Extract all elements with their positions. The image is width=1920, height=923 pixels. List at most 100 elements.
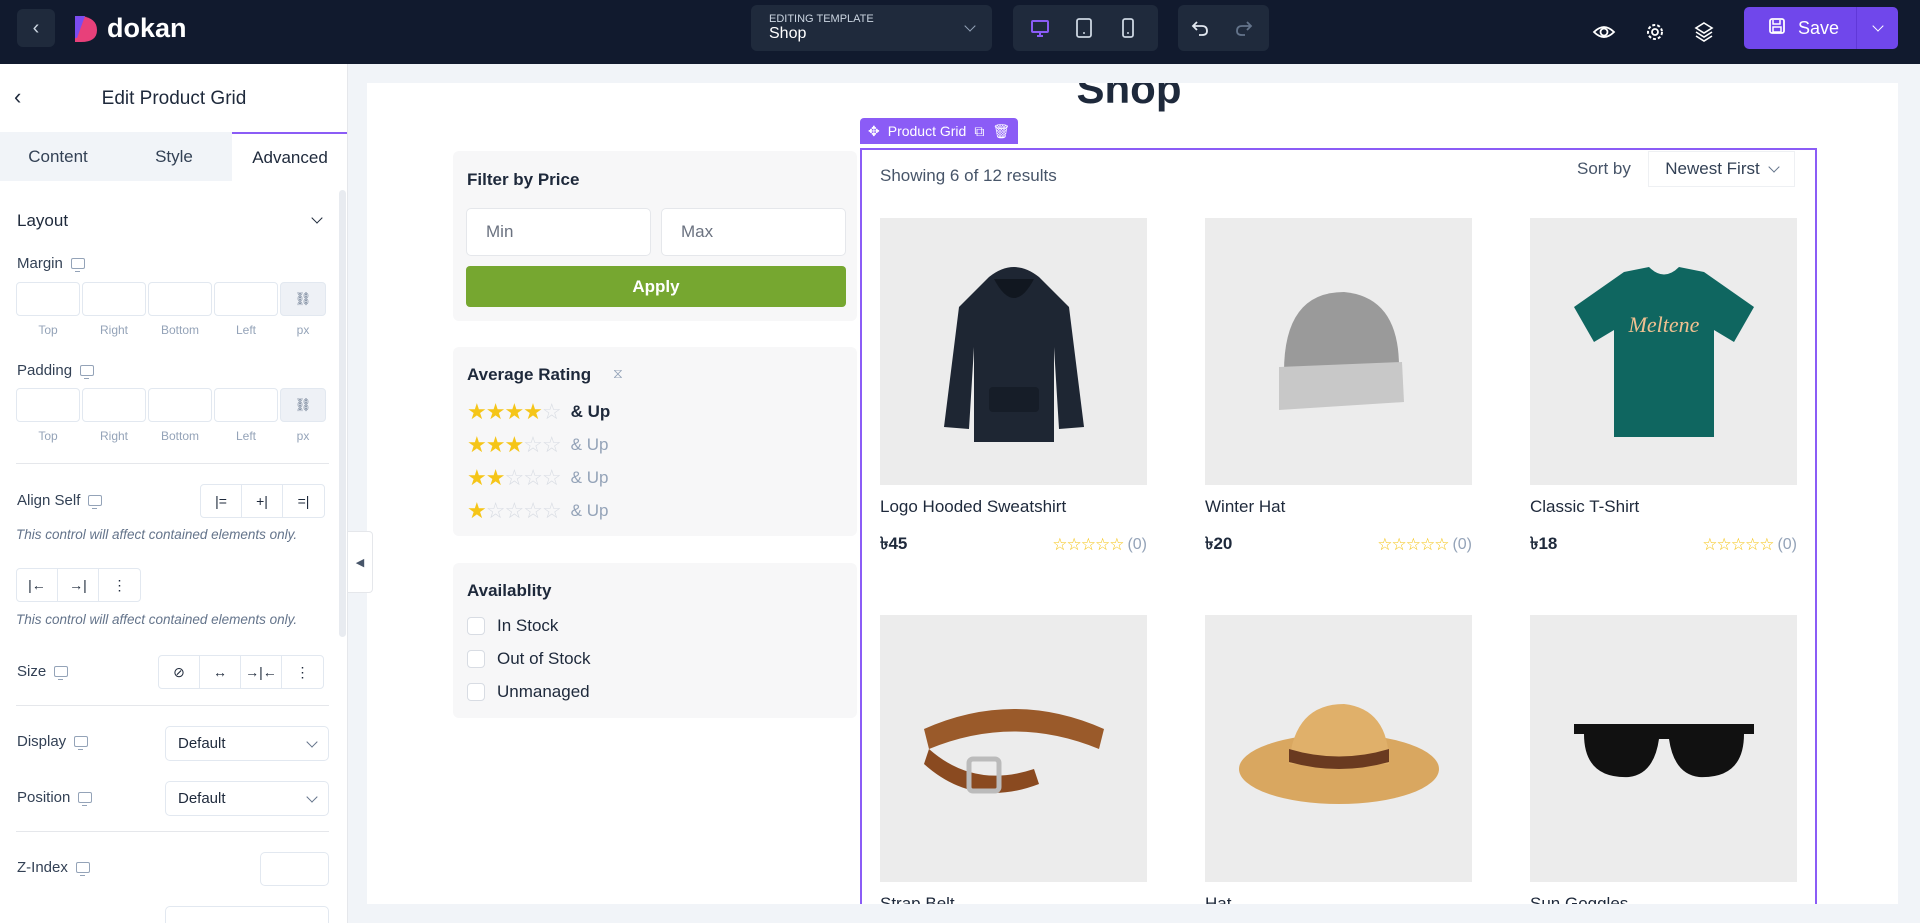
availability-title: Availablity <box>467 581 552 600</box>
duplicate-icon[interactable]: ⧉ <box>974 123 984 140</box>
unlink-icon[interactable]: ⛓ <box>280 282 326 316</box>
more-options-icon[interactable]: ⋮ <box>282 656 323 688</box>
save-button[interactable]: Save <box>1744 7 1898 49</box>
align-end-icon[interactable]: =| <box>283 485 324 517</box>
tab-style[interactable]: Style <box>116 132 232 181</box>
unit-label[interactable]: px <box>280 323 326 337</box>
move-icon[interactable]: ✥ <box>868 123 880 140</box>
and-up-label: & Up <box>570 402 611 421</box>
product-card[interactable]: Strap Belt <box>880 615 1147 904</box>
product-name[interactable]: Classic T-Shirt <box>1530 497 1797 517</box>
apply-button[interactable]: Apply <box>466 266 846 307</box>
desktop-responsive-icon[interactable] <box>70 258 85 272</box>
size-none-icon[interactable]: ⊘ <box>159 656 200 688</box>
product-name[interactable]: Sun Goggles <box>1530 894 1797 904</box>
save-options-chevron-icon[interactable] <box>1856 7 1898 49</box>
product-name[interactable]: Hat <box>1205 894 1472 904</box>
back-button[interactable]: ‹ <box>17 9 55 47</box>
tab-content[interactable]: Content <box>0 132 116 181</box>
template-caption: EDITING TEMPLATE <box>769 13 874 25</box>
product-image-sunglasses[interactable] <box>1530 615 1797 882</box>
max-price-input[interactable]: Max <box>661 208 846 256</box>
next-select[interactable] <box>165 906 329 923</box>
product-card[interactable]: Winter Hat ৳20 ☆☆☆☆☆ (0) <box>1205 218 1472 559</box>
display-select[interactable]: Default <box>165 726 329 761</box>
settings-gear-icon[interactable] <box>1641 18 1669 46</box>
product-image-beanie[interactable] <box>1205 218 1472 485</box>
align-center-icon[interactable]: +| <box>242 485 283 517</box>
panel-scrollbar[interactable] <box>339 190 346 637</box>
product-name[interactable]: Winter Hat <box>1205 497 1472 517</box>
product-image-belt[interactable] <box>880 615 1147 882</box>
star-rating-icon: ★★★★☆ <box>467 399 562 424</box>
size-shrink-icon[interactable]: →|← <box>241 656 282 688</box>
rating-filter-row[interactable]: ★☆☆☆☆ & Up <box>467 498 608 524</box>
product-image-sunhat[interactable] <box>1205 615 1472 882</box>
out-of-stock-checkbox[interactable]: Out of Stock <box>467 649 591 669</box>
desktop-icon[interactable] <box>1018 5 1062 51</box>
desktop-responsive-icon[interactable] <box>54 666 69 680</box>
unlink-icon[interactable]: ⛓ <box>280 388 326 422</box>
star-rating-icon: ★☆☆☆☆ <box>467 498 562 523</box>
margin-right-input[interactable] <box>82 282 146 316</box>
order-start-icon[interactable]: |← <box>17 569 58 601</box>
desktop-responsive-icon[interactable] <box>74 736 89 750</box>
desktop-responsive-icon[interactable] <box>88 495 103 509</box>
star-rating-icon: ★★★☆☆ <box>467 432 562 457</box>
tablet-icon[interactable] <box>1062 5 1106 51</box>
order-end-icon[interactable]: →| <box>58 569 99 601</box>
collapse-panel-handle[interactable]: ◀ <box>348 531 373 593</box>
desktop-responsive-icon[interactable] <box>75 862 90 876</box>
margin-left-input[interactable] <box>214 282 278 316</box>
top-bar: ‹ dokan EDITING TEMPLATE Shop Save <box>0 0 1920 64</box>
unmanaged-checkbox[interactable]: Unmanaged <box>467 682 590 702</box>
margin-top-input[interactable] <box>16 282 80 316</box>
template-selector[interactable]: EDITING TEMPLATE Shop <box>751 5 992 51</box>
undo-icon[interactable] <box>1178 5 1222 51</box>
product-image-tshirt[interactable]: Meltene <box>1530 218 1797 485</box>
product-card[interactable]: Sun Goggles <box>1530 615 1797 904</box>
mobile-icon[interactable] <box>1106 5 1150 51</box>
product-card[interactable]: Hat <box>1205 615 1472 904</box>
save-disk-icon <box>1768 17 1786 40</box>
padding-top-input[interactable] <box>16 388 80 422</box>
section-collapse-chevron-icon[interactable] <box>311 212 323 224</box>
redo-icon[interactable] <box>1222 5 1266 51</box>
more-options-icon[interactable]: ⋮ <box>99 569 140 601</box>
z-index-input[interactable] <box>260 852 329 886</box>
product-image-hoodie[interactable] <box>880 218 1147 485</box>
rating-filter-row[interactable]: ★★★☆☆ & Up <box>467 432 608 458</box>
padding-right-input[interactable] <box>82 388 146 422</box>
padding-bottom-input[interactable] <box>148 388 212 422</box>
product-card[interactable]: Meltene Classic T-Shirt ৳18 ☆☆☆☆☆ (0) <box>1530 218 1797 559</box>
rating-filter-row[interactable]: ★★★★☆ & Up <box>467 399 610 425</box>
desktop-responsive-icon[interactable] <box>78 792 93 806</box>
product-grid-widget[interactable]: Showing 6 of 12 results Sort by Newest F… <box>860 148 1817 904</box>
svg-text:Meltene: Meltene <box>1627 312 1699 337</box>
unit-label[interactable]: px <box>280 429 326 443</box>
chevron-down-icon <box>306 735 318 748</box>
tab-advanced[interactable]: Advanced <box>232 132 347 181</box>
size-grow-icon[interactable]: ↔ <box>200 656 241 688</box>
and-up-label: & Up <box>570 501 609 520</box>
rating-filter-row[interactable]: ★★☆☆☆ & Up <box>467 465 608 491</box>
delete-trash-icon[interactable]: 🗑 <box>992 123 1010 140</box>
desktop-responsive-icon[interactable] <box>80 365 95 379</box>
margin-bottom-input[interactable] <box>148 282 212 316</box>
preview-eye-icon[interactable] <box>1590 18 1618 46</box>
product-card[interactable]: Logo Hooded Sweatshirt ৳45 ☆☆☆☆☆ (0) <box>880 218 1147 559</box>
in-stock-checkbox[interactable]: In Stock <box>467 616 558 636</box>
product-name[interactable]: Strap Belt <box>880 894 1147 904</box>
min-price-input[interactable]: Min <box>466 208 651 256</box>
section-layout-heading[interactable]: Layout <box>17 211 68 231</box>
sort-select[interactable]: Newest First <box>1648 151 1795 187</box>
and-up-label: & Up <box>570 468 609 487</box>
clear-filter-icon[interactable]: ⧖ <box>613 365 623 382</box>
align-self-label: Align Self <box>17 492 81 509</box>
padding-left-input[interactable] <box>214 388 278 422</box>
align-start-icon[interactable]: |= <box>201 485 242 517</box>
page-canvas: Shop Filter by Price Min Max Apply Avera… <box>367 83 1898 904</box>
layers-icon[interactable] <box>1690 18 1718 46</box>
product-name[interactable]: Logo Hooded Sweatshirt <box>880 497 1147 517</box>
position-select[interactable]: Default <box>165 781 329 816</box>
